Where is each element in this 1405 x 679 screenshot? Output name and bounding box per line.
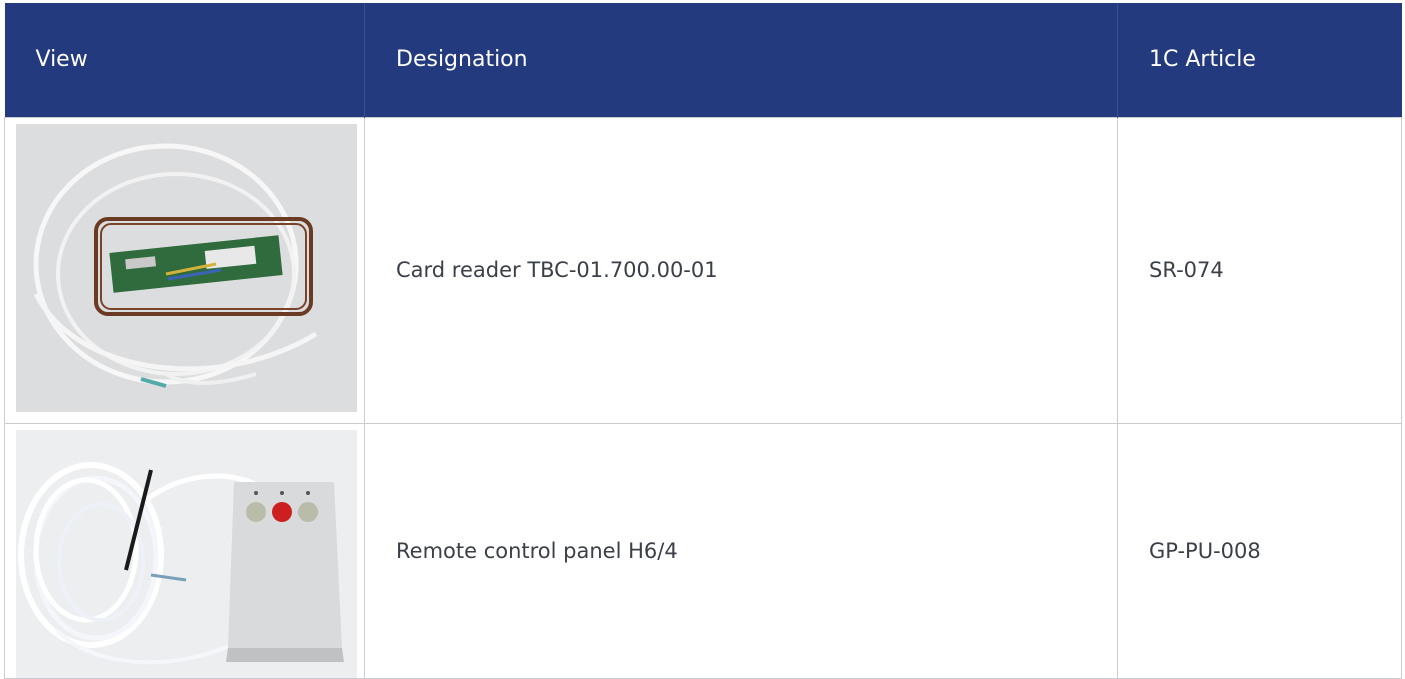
table-row: Remote control panel H6/4 GP-PU-008 — [4, 422, 1402, 679]
article-cell: GP-PU-008 — [1117, 422, 1402, 679]
article-cell: SR-074 — [1117, 116, 1402, 424]
card-reader-photo — [16, 123, 357, 412]
designation-cell: Remote control panel H6/4 — [364, 422, 1118, 679]
remote-control-panel-photo — [16, 429, 357, 678]
header-view: View — [4, 3, 365, 117]
table-header-row: View Designation 1C Article — [4, 3, 1402, 117]
product-table: View Designation 1C Article Card reader … — [4, 3, 1402, 679]
header-designation: Designation — [364, 3, 1118, 117]
designation-cell: Card reader TBC-01.700.00-01 — [364, 116, 1118, 424]
header-article: 1C Article — [1117, 3, 1402, 117]
view-cell — [4, 422, 365, 679]
table-row: Card reader TBC-01.700.00-01 SR-074 — [4, 116, 1402, 424]
view-cell — [4, 116, 365, 424]
